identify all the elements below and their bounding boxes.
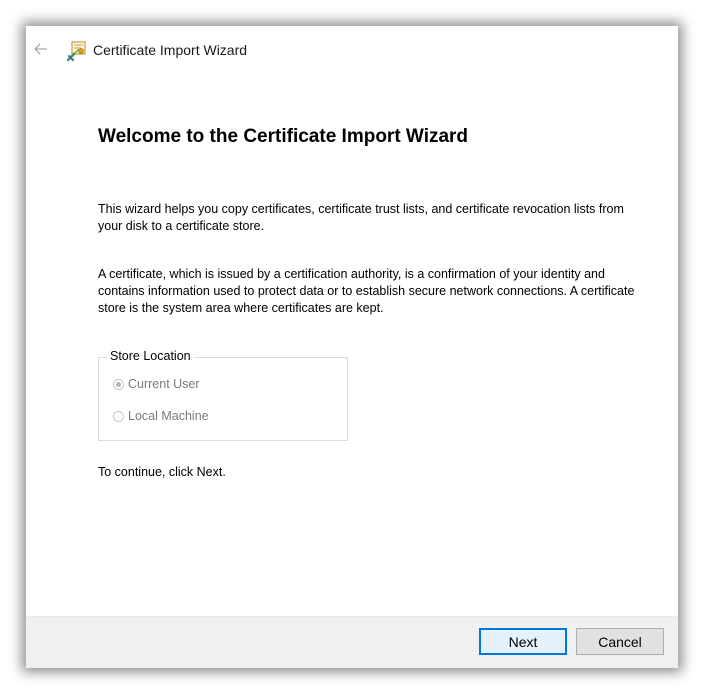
radio-label-current-user: Current User (128, 377, 200, 391)
radio-label-local-machine: Local Machine (128, 409, 209, 423)
footer-bar: Next Cancel (26, 616, 678, 668)
description-paragraph: A certificate, which is issued by a cert… (98, 267, 635, 315)
radio-button-unchecked[interactable] (113, 410, 124, 422)
radio-current-user[interactable]: Current User (113, 377, 200, 391)
next-button[interactable]: Next (479, 628, 567, 655)
radio-button-checked[interactable] (113, 378, 124, 390)
window-title: Certificate Import Wizard (93, 42, 248, 58)
store-location-group: Store Location Current User Local Machin… (98, 349, 348, 441)
page-heading: Welcome to the Certificate Import Wizard (98, 126, 469, 147)
continue-instruction: To continue, click Next. (98, 465, 226, 479)
radio-local-machine[interactable]: Local Machine (113, 409, 209, 423)
store-location-legend: Store Location (107, 349, 194, 363)
wizard-window: Certificate Import Wizard Welcome to the… (26, 26, 678, 668)
certificate-icon (66, 40, 88, 62)
cancel-button[interactable]: Cancel (576, 628, 664, 655)
intro-paragraph: This wizard helps you copy certificates,… (98, 202, 624, 233)
title-bar: Certificate Import Wizard (26, 26, 678, 76)
back-arrow-icon[interactable] (30, 38, 52, 60)
